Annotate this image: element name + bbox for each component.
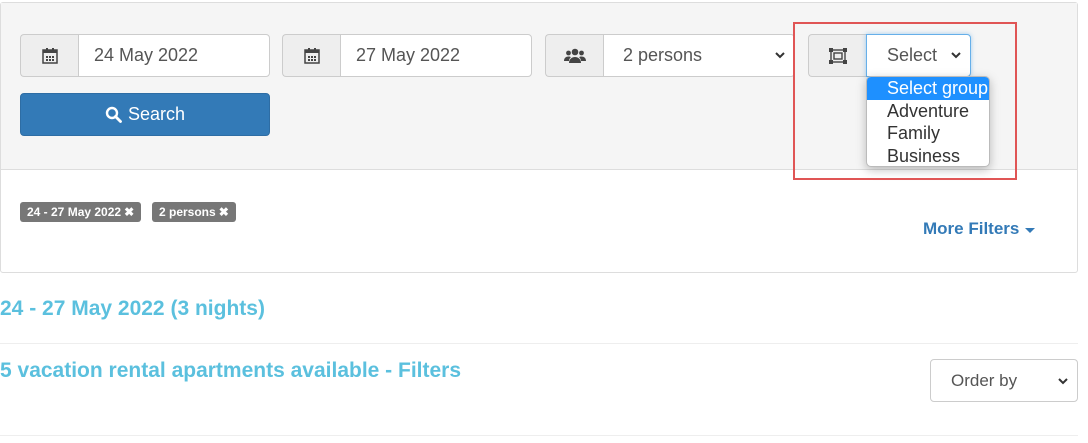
filter-badge-dates[interactable]: 24 - 27 May 2022 ✖ [20, 202, 142, 222]
calendar-icon [20, 34, 78, 77]
remove-icon[interactable]: ✖ [219, 205, 229, 219]
guests-group: 2 persons [545, 34, 795, 77]
checkin-group: 24 May 2022 [20, 34, 270, 77]
group-dropdown-list: Select group Adventure Family Business [866, 76, 990, 167]
more-filters-label: More Filters [923, 219, 1020, 238]
group-option-adventure[interactable]: Adventure [867, 100, 989, 123]
chevron-down-icon [1058, 378, 1068, 385]
search-icon [105, 106, 122, 123]
group-select[interactable]: Select [866, 34, 971, 77]
order-by-select[interactable]: Order by [930, 359, 1078, 402]
filter-badge-label: 2 persons [159, 205, 216, 219]
group-group: Select [808, 34, 971, 77]
group-value: Select [887, 45, 938, 65]
more-filters-toggle[interactable]: More Filters [923, 219, 1036, 239]
divider [0, 435, 1078, 436]
checkout-group: 27 May 2022 [282, 34, 532, 77]
group-option-select-group[interactable]: Select group [867, 77, 989, 100]
divider [0, 343, 1078, 344]
users-icon [545, 34, 603, 77]
filter-badge-label: 24 - 27 May 2022 [27, 205, 122, 219]
dates-heading: 24 - 27 May 2022 (3 nights) [0, 297, 265, 320]
remove-icon[interactable]: ✖ [124, 205, 134, 219]
filter-badge-persons[interactable]: 2 persons ✖ [152, 202, 236, 222]
order-by-value: Order by [951, 370, 1018, 390]
results-count-heading: 5 vacation rental apartments available -… [0, 359, 462, 382]
caret-down-icon [1025, 227, 1036, 233]
group-option-business[interactable]: Business [867, 145, 989, 167]
search-button[interactable]: Search [20, 93, 270, 136]
calendar-icon [282, 34, 340, 77]
checkin-date-input[interactable]: 24 May 2022 [78, 34, 270, 77]
group-option-family[interactable]: Family [867, 122, 989, 145]
checkout-date-input[interactable]: 27 May 2022 [340, 34, 532, 77]
search-button-label: Search [127, 104, 186, 124]
group-frame-icon [808, 34, 866, 77]
chevron-down-icon [775, 52, 785, 59]
guests-select[interactable]: 2 persons [603, 34, 795, 77]
guests-value: 2 persons [623, 45, 703, 65]
chevron-down-icon [951, 52, 961, 59]
